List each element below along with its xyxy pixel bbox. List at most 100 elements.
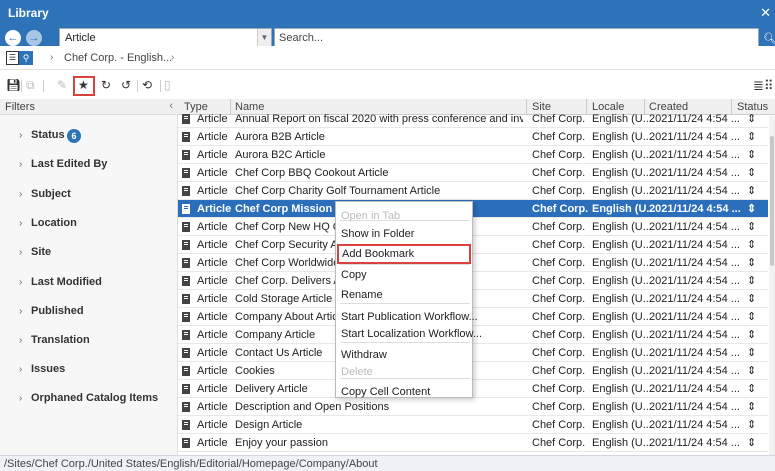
cell-created: 2021/11/24 4:54 ... (649, 311, 740, 323)
scrollbar-thumb[interactable] (770, 136, 774, 266)
filter-issues[interactable]: › Issues (0, 355, 178, 384)
search-mode-icon[interactable]: ⚲ (19, 51, 33, 65)
close-icon[interactable]: ✕ (760, 5, 771, 21)
filter-translation[interactable]: › Translation (0, 326, 178, 355)
cell-type: Article (197, 203, 232, 215)
edit-icon[interactable]: ✎ (57, 78, 67, 92)
delete-icon[interactable]: ▯ (164, 78, 171, 92)
status-icon: ⇕ (747, 347, 757, 359)
chevron-down-icon[interactable]: ▼ (257, 29, 271, 47)
table-row[interactable]: Article Chef Corp Charity Golf Tournament… (178, 182, 768, 200)
star-icon[interactable]: ★ (78, 78, 89, 92)
breadcrumb-separator-icon[interactable]: › (171, 52, 174, 63)
menu-item-label: Start Publication Workflow... (341, 311, 478, 323)
window-title: Library (8, 6, 49, 20)
cell-site: Chef Corp. (532, 167, 586, 179)
cell-type: Article (197, 311, 228, 323)
back-arrow-icon[interactable]: ← (5, 30, 21, 46)
cell-created: 2021/11/24 4:54 ... (649, 275, 740, 287)
table-row[interactable]: Article Design Article Chef Corp. English (… (178, 416, 768, 434)
menu-item-show-in-folder[interactable]: Show in Folder (336, 224, 474, 244)
document-icon (182, 114, 190, 124)
cell-created: 2021/11/24 4:54 ... (649, 383, 740, 395)
menu-item-open-in-tab[interactable]: Open in Tab (336, 206, 474, 226)
filter-site[interactable]: › Site (0, 238, 178, 267)
cell-locale: English (U... (592, 185, 652, 197)
filter-label: Subject (31, 188, 71, 200)
status-icon: ⇕ (747, 293, 757, 305)
list-view-icon[interactable]: ≣ (753, 78, 764, 94)
cell-type: Article (197, 365, 228, 377)
table-scrollbar[interactable] (769, 116, 775, 455)
filter-published[interactable]: › Published (0, 297, 178, 326)
search-input[interactable] (274, 28, 759, 48)
menu-item-label: Open in Tab (341, 210, 401, 222)
table-row[interactable]: Article Aurora B2C Article Chef Corp. Engli… (178, 146, 768, 164)
breadcrumb-current[interactable]: Chef Corp. - English... (64, 52, 172, 64)
search-icon[interactable]: 🔍︎ (763, 32, 775, 45)
cell-created: 2021/11/24 4:54 ... (649, 329, 740, 341)
cell-locale: English (U... (592, 293, 652, 305)
status-icon: ⇕ (747, 365, 757, 377)
status-icon: ⇕ (747, 275, 757, 287)
menu-item-delete[interactable]: Delete (336, 362, 474, 382)
save-icon[interactable]: 💾︎ (6, 78, 21, 92)
document-icon (182, 240, 190, 250)
filter-last-modified[interactable]: › Last Modified (0, 268, 178, 297)
collapse-icon[interactable]: ‹ (169, 100, 173, 112)
cell-type: Article (197, 113, 228, 125)
cell-locale: English (U... (592, 401, 652, 413)
cell-created: 2021/11/24 4:54 ... (649, 347, 740, 359)
copy-icon[interactable]: ⧉ (26, 78, 35, 93)
document-icon (182, 132, 190, 142)
tree-icon[interactable]: ☰ (6, 51, 19, 65)
menu-item-start-localization-workflow[interactable]: Start Localization Workflow... (336, 324, 482, 344)
cell-site: Chef Corp. (532, 329, 586, 341)
sync-icon[interactable]: ↻ (101, 78, 111, 92)
cell-locale: English (U... (592, 131, 652, 143)
filter-last-edited-by[interactable]: › Last Edited By (0, 150, 178, 179)
cell-site: Chef Corp. (532, 149, 586, 161)
document-icon (182, 258, 190, 268)
withdraw-icon[interactable]: ⟲ (142, 78, 152, 92)
document-icon (182, 420, 190, 430)
filter-orphaned-catalog-items[interactable]: › Orphaned Catalog Items (0, 384, 178, 413)
thumbnail-view-icon[interactable]: ⠿ (764, 78, 774, 94)
document-icon (182, 186, 190, 196)
menu-item-rename[interactable]: Rename (336, 285, 474, 305)
cell-site: Chef Corp. (532, 257, 586, 269)
filter-label: Published (31, 305, 84, 317)
menu-item-label: Rename (341, 289, 383, 301)
toolbar-divider (137, 80, 138, 92)
forward-arrow-icon[interactable]: → (26, 30, 42, 46)
cell-name: Annual Report on fiscal 2020 with press … (235, 113, 523, 125)
cell-type: Article (197, 419, 228, 431)
cell-site: Chef Corp. (532, 311, 586, 323)
table-row[interactable]: Article Annual Report on fiscal 2020 with… (178, 110, 768, 128)
filter-label: Status (31, 129, 65, 141)
menu-item-add-bookmark[interactable]: Add Bookmark (337, 244, 471, 264)
chevron-right-icon: › (19, 159, 23, 170)
cell-site: Chef Corp. (532, 203, 589, 215)
cell-created: 2021/11/24 4:54 ... (649, 257, 740, 269)
cell-type: Article (197, 167, 228, 179)
cell-locale: English (U... (592, 149, 652, 161)
filter-status[interactable]: › Status 6 (0, 121, 178, 150)
table-row[interactable]: Article Chef Corp BBQ Cookout Article Chef… (178, 164, 768, 182)
menu-item-copy-cell-content[interactable]: Copy Cell Content (336, 382, 474, 402)
cell-locale: English (U... (592, 329, 652, 341)
table-row[interactable]: Article Aurora B2B Article Chef Corp. Engli… (178, 128, 768, 146)
filter-label: Location (31, 217, 77, 229)
type-filter-select[interactable]: Article ▼ (59, 28, 272, 48)
chevron-right-icon: › (19, 247, 23, 258)
table-row[interactable]: Article Enjoy your passion Chef Corp. Engli… (178, 434, 768, 452)
sync-back-icon[interactable]: ↺ (121, 78, 131, 92)
document-icon (182, 294, 190, 304)
filter-subject[interactable]: › Subject (0, 180, 178, 209)
cell-site: Chef Corp. (532, 383, 586, 395)
filter-location[interactable]: › Location (0, 209, 178, 238)
status-icon: ⇕ (747, 167, 757, 179)
menu-item-copy[interactable]: Copy (336, 265, 474, 285)
status-icon: ⇕ (747, 383, 757, 395)
results-table: Type Name Site Locale Created Status Art… (178, 99, 775, 455)
